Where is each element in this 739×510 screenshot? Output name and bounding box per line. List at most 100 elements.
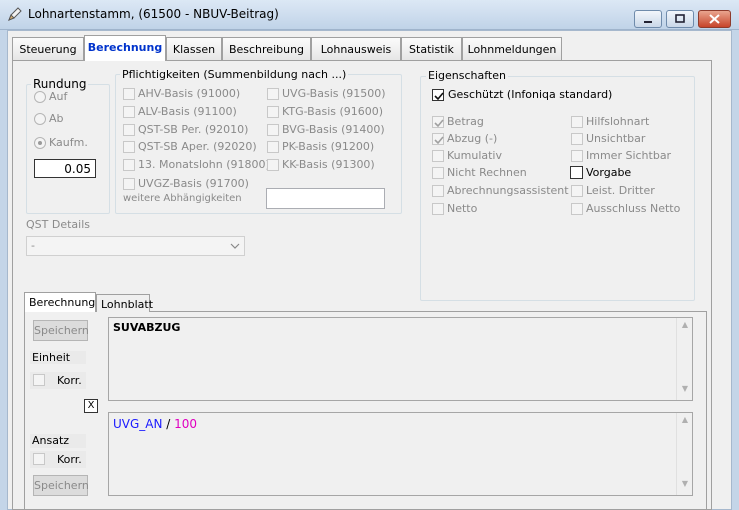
subtab-lohnblatt[interactable]: Lohnblatt [96,294,153,312]
ansatz-label: Ansatz [32,434,70,447]
label-nicht-rechnen: Nicht Rechnen [447,166,527,179]
maximize-button[interactable] [666,10,694,28]
speichern-button-top[interactable]: Speichern [33,320,89,341]
ansatz-editor-scrollbar[interactable]: ▲ ▼ [676,413,692,495]
tab-berechnung[interactable]: Berechnung [84,35,166,61]
radio-kaufm[interactable] [34,137,46,149]
checkbox-korr-einheit[interactable] [33,374,45,386]
label-kumulativ: Kumulativ [447,149,502,162]
checkbox-uvg-basis[interactable] [267,88,279,100]
formula-number: 100 [174,417,198,431]
label-vorgabe: Vorgabe [586,166,632,179]
eigenschaften-title: Eigenschaften [426,69,508,82]
checkbox-alv-basis[interactable] [123,106,135,118]
rundung-title: Rundung [31,77,89,91]
checkbox-pk-basis[interactable] [267,141,279,153]
rundung-group [26,84,110,214]
checkbox-ktg-basis[interactable] [267,106,279,118]
einheit-editor-text: SUVABZUG [113,321,181,334]
chevron-down-icon [227,239,243,253]
weitere-abhaengigkeiten-input[interactable] [266,188,385,209]
checkbox-betrag[interactable] [432,116,444,128]
radio-auf[interactable] [34,91,46,103]
checkbox-uvgz-basis[interactable] [123,178,135,190]
checkbox-bvg-basis[interactable] [267,124,279,136]
x-toggle-button[interactable]: X [84,399,98,413]
checkbox-nicht-rechnen[interactable] [432,167,444,179]
checkbox-qst-sb-per[interactable] [123,124,135,136]
einheit-label: Einheit [32,351,71,364]
label-hilfslohnart: Hilfslohnart [586,115,650,128]
label-bvg-basis: BVG-Basis (91400) [282,123,385,136]
scroll-down-icon[interactable]: ▼ [677,384,693,398]
label-immer-sichtbar: Immer Sichtbar [586,149,672,162]
radio-auf-label: Auf [49,90,68,103]
label-ausschluss-netto: Ausschluss Netto [586,202,681,215]
einheit-editor-scrollbar[interactable]: ▲ ▼ [676,318,692,400]
scroll-up-icon[interactable]: ▲ [677,415,693,429]
minimize-button[interactable] [634,10,662,28]
einheit-editor[interactable]: SUVABZUG ▲ ▼ [108,317,693,401]
label-unsichtbar: Unsichtbar [586,132,646,145]
formula-variable: UVG_AN [113,417,163,431]
formula-operator: / [162,417,175,431]
checkbox-ahv-basis[interactable] [123,88,135,100]
label-abzug: Abzug (-) [447,132,498,145]
tab-statistik[interactable]: Statistik [401,37,462,60]
radio-ab-label: Ab [49,112,64,125]
radio-kaufm-label: Kaufm. [49,136,88,149]
qst-details-combo[interactable]: - [26,236,245,256]
label-qst-sb-per: QST-SB Per. (92010) [138,123,249,136]
checkbox-vorgabe[interactable] [570,166,583,179]
checkbox-kumulativ[interactable] [432,150,444,162]
checkbox-geschuetzt[interactable] [432,89,444,101]
label-alv-basis: ALV-Basis (91100) [138,105,237,118]
tab-beschreibung[interactable]: Beschreibung [222,37,311,60]
label-13-monatslohn: 13. Monatslohn (91800) [138,158,270,171]
einheit-label-bg: Einheit [30,351,86,364]
checkbox-leist-dritter[interactable] [571,185,583,197]
tab-klassen[interactable]: Klassen [166,37,222,60]
korr-ansatz-label: Korr. [57,453,82,466]
weitere-abhaengigkeiten-label: weitere Abhängigkeiten [123,193,242,204]
subtab-berechnung[interactable]: Berechnung [24,292,96,312]
checkbox-netto[interactable] [432,203,444,215]
label-netto: Netto [447,202,478,215]
ansatz-editor[interactable]: UVG_AN / 100 ▲ ▼ [108,412,693,496]
radio-ab[interactable] [34,113,46,125]
speichern-button-bottom[interactable]: Speichern [33,475,89,496]
label-qst-sb-aper: QST-SB Aper. (92020) [138,140,257,153]
rundung-value-input[interactable]: 0.05 [34,159,96,178]
qst-details-value: - [31,239,35,252]
scroll-up-icon[interactable]: ▲ [677,320,693,334]
checkbox-abrechnungsassistent[interactable] [432,185,444,197]
checkbox-kk-basis[interactable] [267,159,279,171]
tab-lohnmeldungen[interactable]: Lohnmeldungen [462,37,562,60]
checkbox-qst-sb-aper[interactable] [123,141,135,153]
korr-einheit-label: Korr. [57,374,82,387]
label-pk-basis: PK-Basis (91200) [282,140,375,153]
label-betrag: Betrag [447,115,484,128]
label-uvgz-basis: UVGZ-Basis (91700) [138,177,249,190]
label-ahv-basis: AHV-Basis (91000) [138,87,241,100]
checkbox-13-monatslohn[interactable] [123,159,135,171]
label-abrechnungsassistent: Abrechnungsassistent [447,184,569,197]
tab-lohnausweis[interactable]: Lohnausweis [311,37,401,60]
label-geschuetzt: Geschützt (Infoniqa standard) [448,88,613,101]
scroll-down-icon[interactable]: ▼ [677,479,693,493]
label-ktg-basis: KTG-Basis (91600) [282,105,384,118]
ansatz-formula: UVG_AN / 100 [113,417,197,431]
korr-einheit-box: Korr. [30,372,86,389]
checkbox-unsichtbar[interactable] [571,133,583,145]
tab-steuerung[interactable]: Steuerung [12,37,84,60]
pencil-app-icon [7,6,23,22]
label-uvg-basis: UVG-Basis (91500) [282,87,386,100]
close-button[interactable] [698,10,731,28]
checkbox-ausschluss-netto[interactable] [571,203,583,215]
checkbox-hilfslohnart[interactable] [571,116,583,128]
checkbox-immer-sichtbar[interactable] [571,150,583,162]
label-leist-dritter: Leist. Dritter [586,184,655,197]
window-title: Lohnartenstamm, (61500 - NBUV-Beitrag) [28,7,279,21]
checkbox-korr-ansatz[interactable] [33,453,45,465]
checkbox-abzug[interactable] [432,133,444,145]
